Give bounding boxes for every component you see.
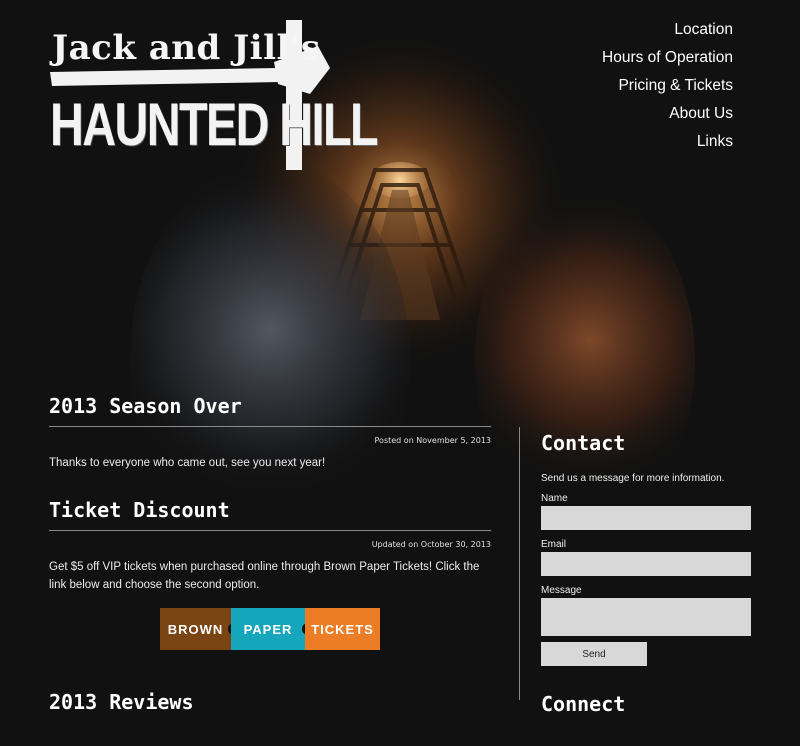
bpt-word-brown: BROWN (167, 621, 224, 637)
bpt-brown-segment: BROWN (160, 608, 234, 650)
nav-link-about[interactable]: About Us (602, 100, 733, 128)
send-button[interactable]: Send (541, 642, 647, 666)
name-field[interactable] (541, 506, 751, 530)
brown-paper-tickets-link[interactable]: BROWN PAPER TICKETS (160, 608, 380, 650)
post-title[interactable]: 2013 Season Over (49, 392, 491, 427)
post-reviews: 2013 Reviews (49, 688, 491, 722)
bpt-tickets-segment: TICKETS (305, 608, 380, 650)
message-field[interactable] (541, 598, 751, 636)
main-content: 2013 Season Over Posted on November 5, 2… (49, 392, 491, 746)
post-title[interactable]: 2013 Reviews (49, 688, 491, 722)
contact-widget-title: Contact (541, 431, 626, 455)
bpt-paper-segment: PAPER (231, 608, 308, 650)
post-body: Thanks to everyone who came out, see you… (49, 457, 326, 469)
nav-link-links[interactable]: Links (602, 128, 733, 156)
main-navigation: Location Hours of Operation Pricing & Ti… (602, 16, 733, 156)
bpt-word-paper: PAPER (243, 621, 293, 637)
email-label: Email (541, 539, 567, 550)
post-season-over: 2013 Season Over Posted on November 5, 2… (49, 392, 491, 472)
logo-title-top: Jack and Jill's (52, 28, 321, 68)
post-ticket-discount: Ticket Discount Updated on October 30, 2… (49, 496, 491, 650)
post-body: Get $5 off VIP tickets when purchased on… (49, 561, 480, 591)
connect-widget-title: Connect (541, 692, 626, 716)
email-field[interactable] (541, 552, 751, 576)
contact-intro: Send us a message for more information. (541, 473, 725, 484)
sidebar: Contact Send us a message for more infor… (519, 427, 800, 716)
post-date: Updated on October 30, 2013 (371, 540, 491, 549)
nav-link-pricing[interactable]: Pricing & Tickets (602, 72, 733, 100)
nav-link-location[interactable]: Location (602, 16, 733, 44)
nav-link-hours[interactable]: Hours of Operation (602, 44, 733, 72)
site-logo[interactable]: Jack and Jill's HAUNTED HILL (48, 10, 379, 170)
name-label: Name (541, 493, 568, 504)
post-date: Posted on November 5, 2013 (374, 436, 491, 445)
message-label: Message (541, 585, 582, 596)
bpt-word-tickets: TICKETS (311, 621, 374, 637)
post-title[interactable]: Ticket Discount (49, 496, 491, 531)
logo-title-bottom: HAUNTED HILL (50, 91, 379, 158)
